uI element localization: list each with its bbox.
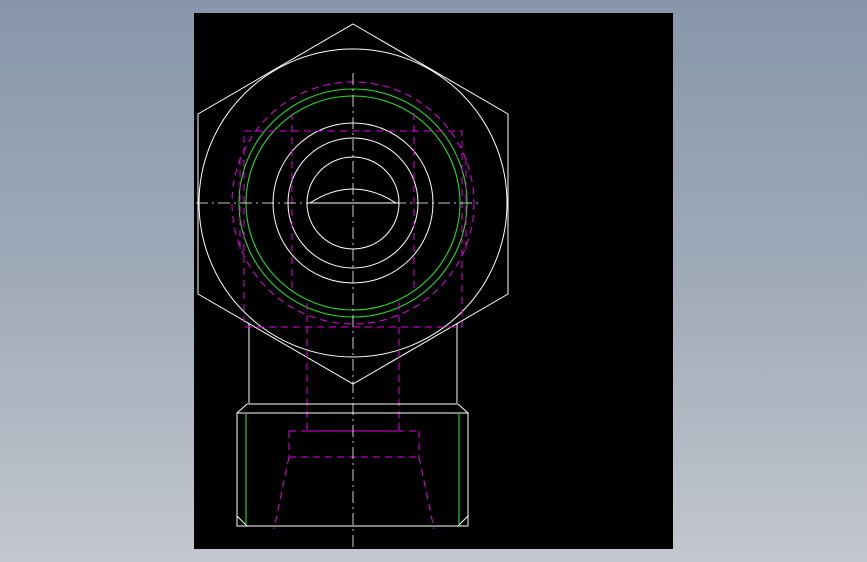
- hidden-taper-left: [273, 456, 290, 530]
- lower-fitting-top-chamfer-left: [236, 403, 248, 414]
- lower-fitting-outline: [236, 412, 469, 527]
- cad-viewport[interactable]: [194, 13, 673, 549]
- lower-fitting-top-chamfer-right: [457, 403, 469, 414]
- cad-drawing: [196, 23, 509, 548]
- hidden-taper-right: [418, 456, 435, 530]
